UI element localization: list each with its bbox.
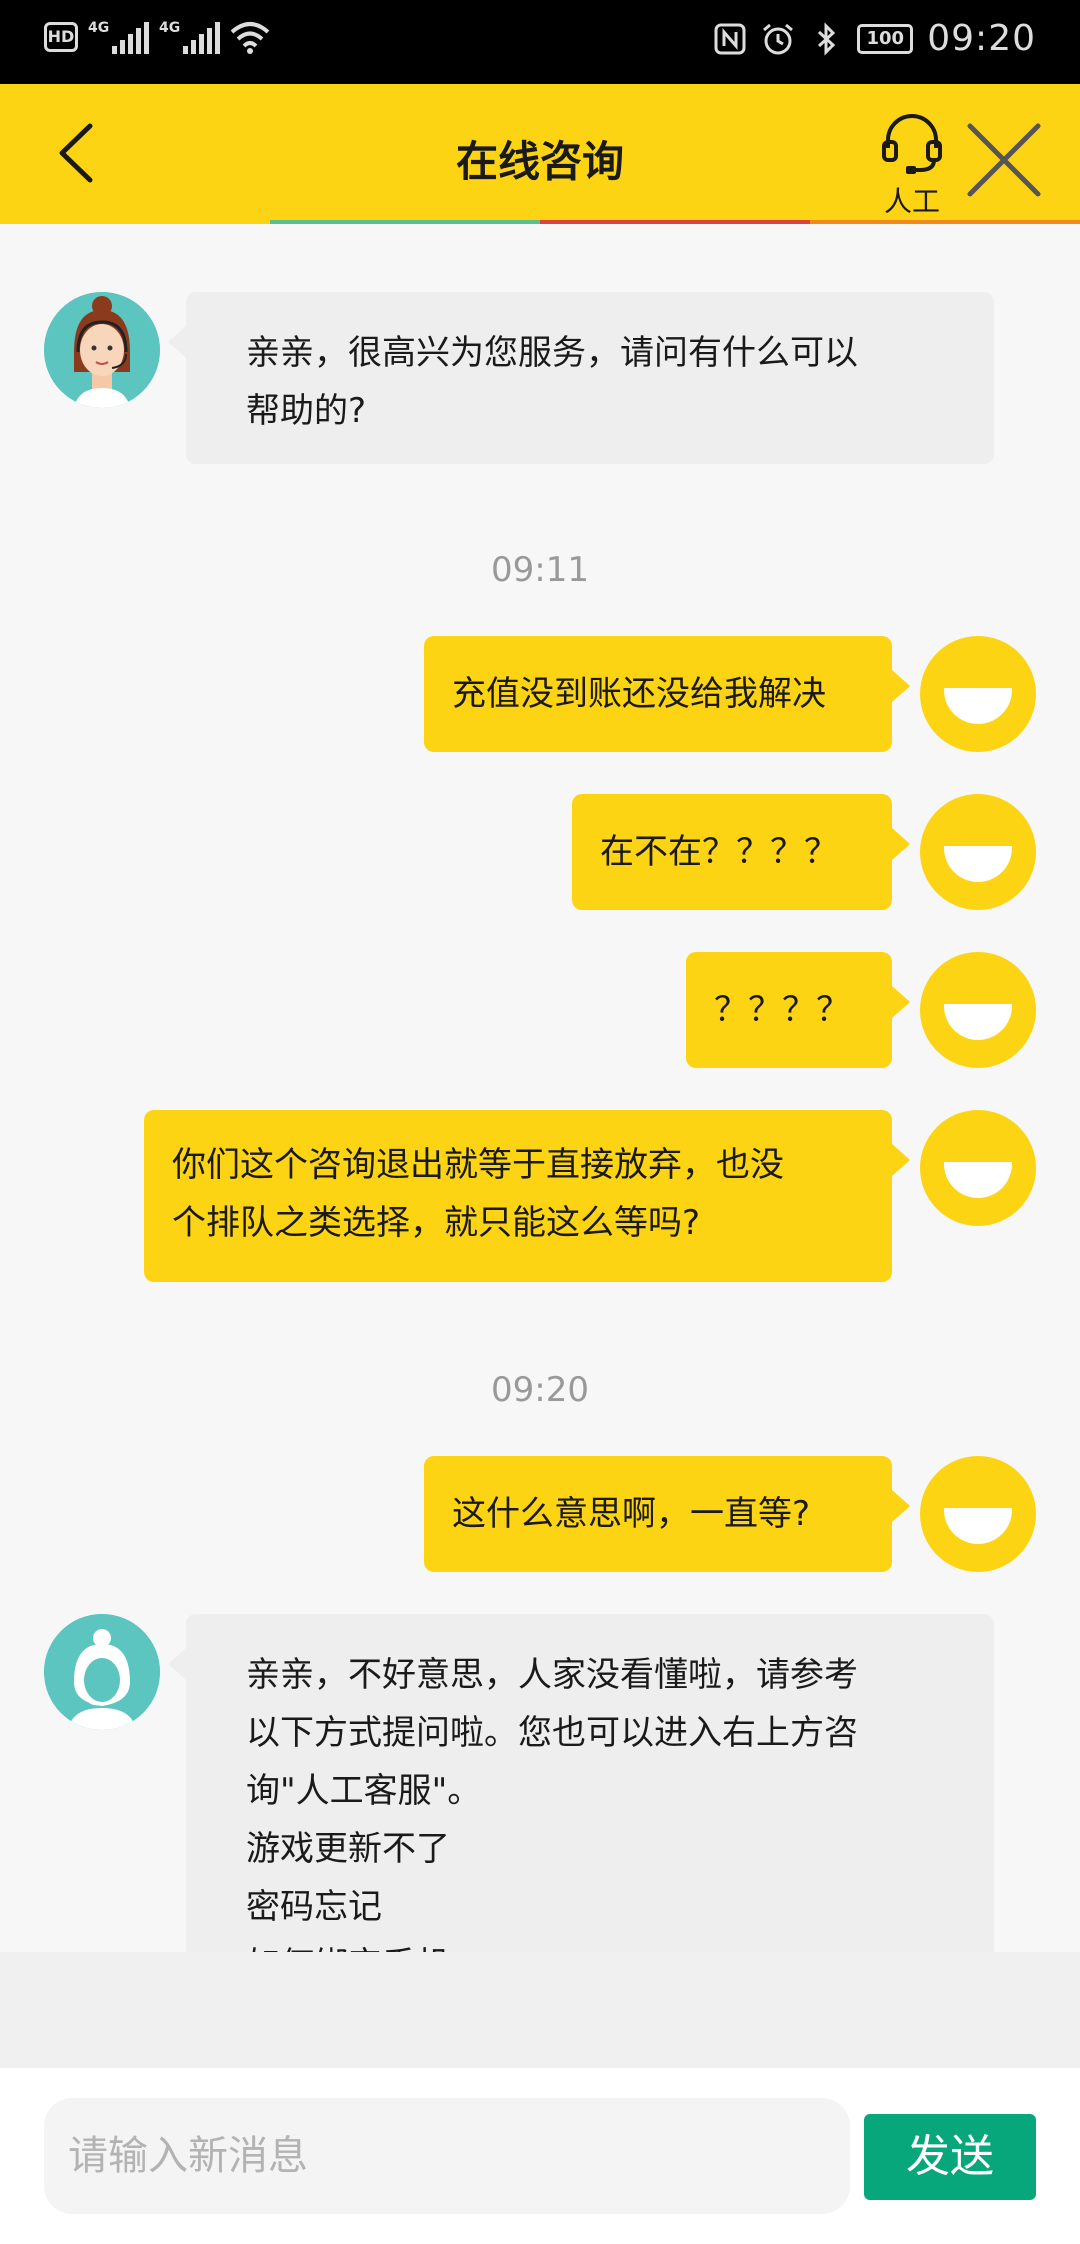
human-agent-button[interactable]: 人工 — [872, 112, 952, 218]
hd-icon: HD — [44, 22, 78, 52]
user-message: 你们这个咨询退出就等于直接放弃，也没 个排队之类选择，就只能这么等吗? — [144, 1110, 910, 1282]
user-message: ？？？？ — [686, 952, 910, 1068]
timestamp: 09:20 — [491, 1370, 589, 1410]
network-type-label: 4G — [88, 20, 110, 36]
header: 在线咨询 人工 — [0, 84, 1080, 224]
signal-icon-2: 4G — [159, 20, 220, 54]
chat-area[interactable]: 亲亲，很高兴为您服务，请问有什么可以 帮助的? 09:11 充值没到账还没给我解… — [0, 224, 1080, 1952]
input-bar: 发送 — [0, 2068, 1080, 2244]
input-area: 发送 — [0, 1952, 1080, 2244]
agent-face-icon — [44, 292, 160, 408]
status-bar: HD 4G 4G 100 09:20 — [0, 0, 1080, 84]
nfc-icon — [714, 23, 746, 54]
alarm-icon — [763, 23, 794, 54]
user-avatar — [920, 952, 1036, 1068]
signal-icon: 4G — [88, 20, 149, 54]
wifi-icon — [230, 22, 270, 54]
headset-icon — [882, 114, 942, 174]
send-button[interactable]: 发送 — [864, 2114, 1036, 2200]
message-input[interactable] — [44, 2098, 850, 2214]
network-type-label-2: 4G — [159, 20, 181, 36]
agent-avatar — [44, 1614, 160, 1730]
user-avatar — [920, 1456, 1036, 1572]
human-agent-label: 人工 — [883, 185, 940, 218]
timestamp: 09:11 — [491, 550, 589, 590]
agent-message: 亲亲，很高兴为您服务，请问有什么可以 帮助的? — [168, 292, 994, 464]
user-avatar — [920, 636, 1036, 752]
agent-headset-icon — [44, 1614, 160, 1730]
agent-avatar — [44, 292, 160, 408]
user-avatar — [920, 1110, 1036, 1226]
battery-icon: 100 — [857, 23, 914, 54]
user-message: 这什么意思啊，一直等? — [424, 1456, 910, 1572]
user-avatar — [920, 794, 1036, 910]
close-button[interactable] — [964, 120, 1044, 200]
user-message: 充值没到账还没给我解决 — [424, 636, 910, 752]
agent-message: 亲亲，不好意思，人家没看懂啦，请参考 以下方式提问啦。您也可以进入右上方咨 询"… — [168, 1614, 994, 1952]
status-time: 09:20 — [927, 18, 1036, 59]
user-message: 在不在？？？？ — [572, 794, 910, 910]
bluetooth-icon — [818, 21, 836, 56]
